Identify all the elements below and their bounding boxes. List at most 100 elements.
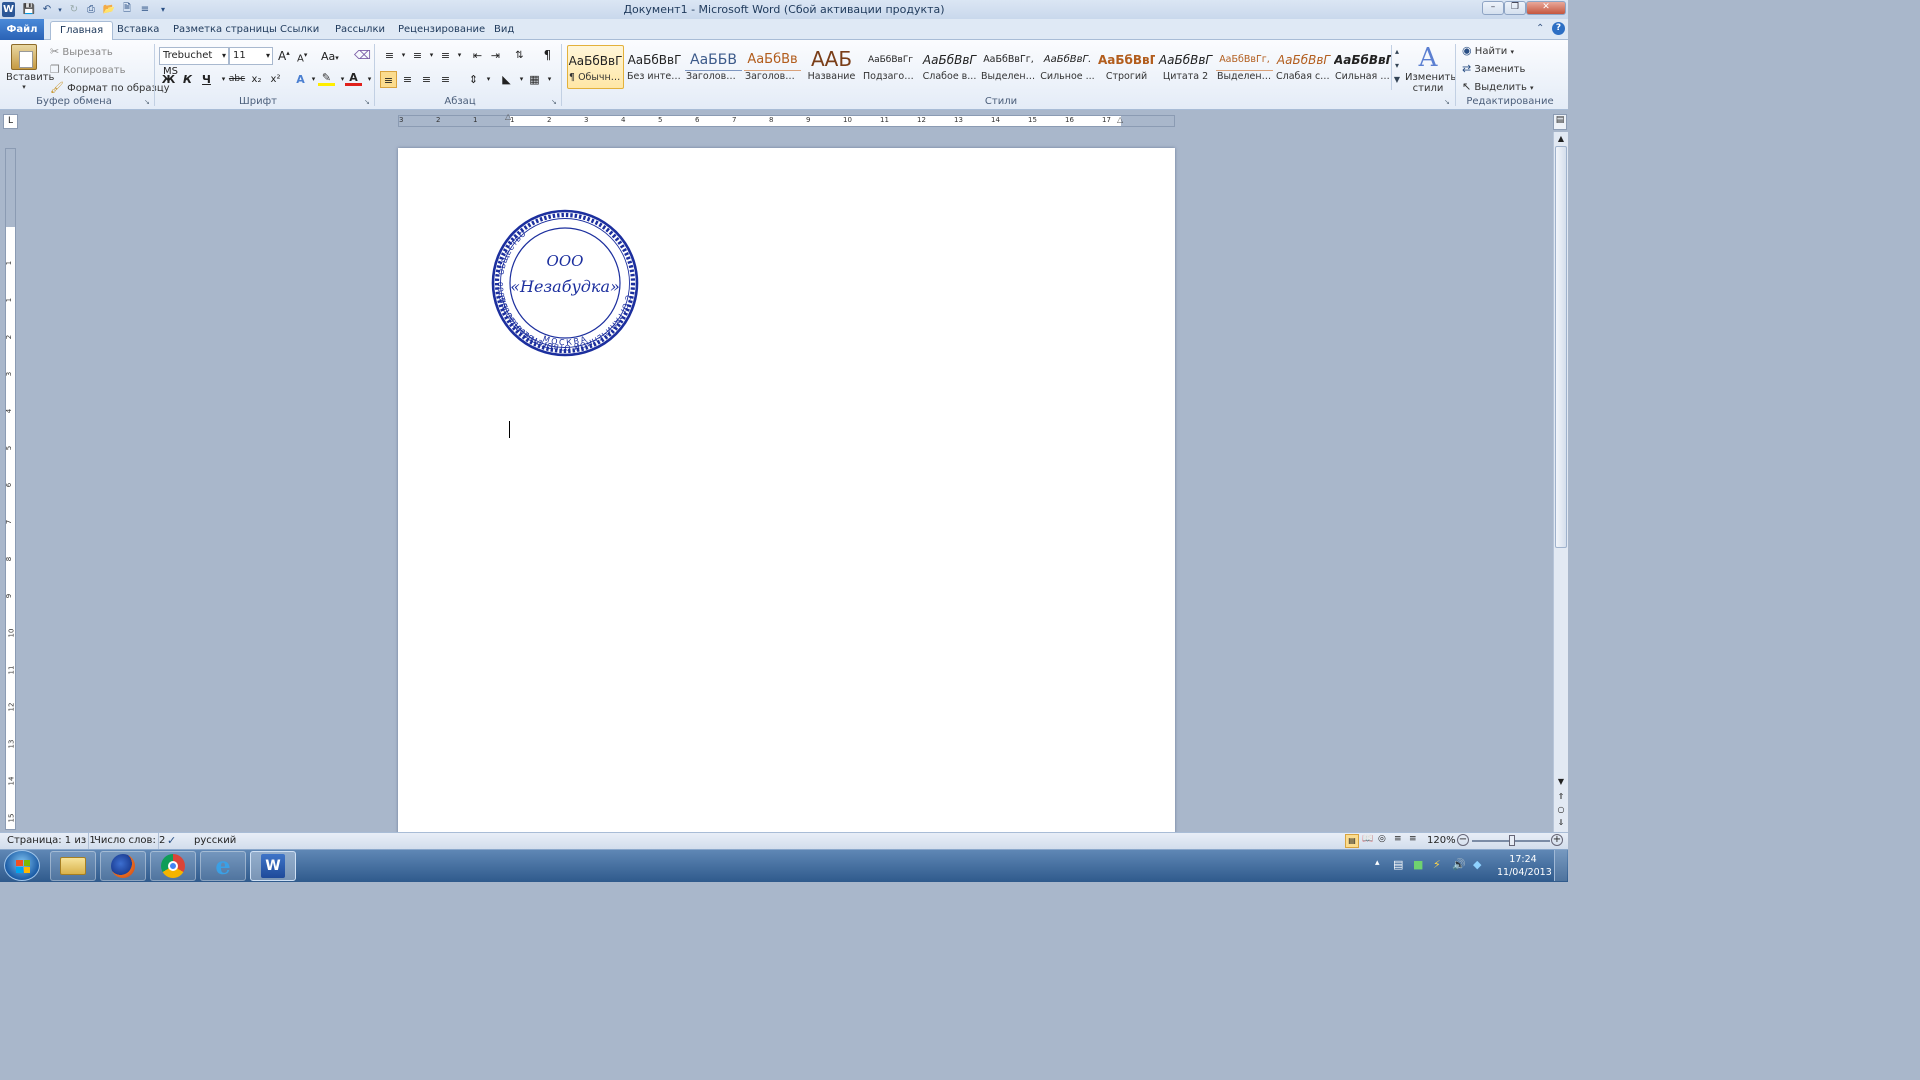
taskbar-word[interactable]: W <box>250 851 296 881</box>
paragraph-dialog-launcher-icon[interactable]: ↘ <box>551 98 557 106</box>
tab-insert[interactable]: Вставка <box>108 21 168 40</box>
start-button[interactable] <box>4 850 40 881</box>
decrease-indent-icon[interactable]: ⇤ <box>469 47 486 64</box>
font-name-combo[interactable]: Trebuchet MS ▾ <box>159 47 229 77</box>
bold-button[interactable]: Ж <box>160 71 177 88</box>
right-indent-marker-icon[interactable]: △ <box>1117 115 1123 124</box>
change-styles-button[interactable]: A Изменить стили <box>1405 44 1456 94</box>
network-icon[interactable]: ▤ <box>1393 858 1403 871</box>
view-ruler-icon[interactable]: ▤ <box>1553 114 1567 130</box>
tab-file[interactable]: Файл <box>0 19 44 40</box>
page-count[interactable]: Страница: 1 из 1 <box>7 835 96 846</box>
chevron-down-icon[interactable]: ▾ <box>480 71 497 88</box>
taskbar-chrome[interactable] <box>150 851 196 881</box>
format-painter-button[interactable]: 🖌 Формат по образцу <box>50 80 170 96</box>
draft-view-icon[interactable]: ≡ <box>1409 834 1417 844</box>
style-subtitle[interactable]: АаБбВвГг Подзагол... <box>862 45 919 89</box>
style-intense-emphasis[interactable]: АаБбВвГ. Сильное ... <box>1039 45 1096 89</box>
document-page[interactable]: С ОГРАНИЧЕННОЙ ОТВЕТСТВЕННОСТЬЮ ОБЩЕСТВО… <box>398 148 1175 838</box>
show-desktop-button[interactable] <box>1554 850 1567 881</box>
dropbox-icon[interactable]: ◆ <box>1473 858 1481 871</box>
styles-dialog-launcher-icon[interactable]: ↘ <box>1444 98 1450 106</box>
scroll-down-icon[interactable]: ▼ <box>1555 777 1567 786</box>
increase-indent-icon[interactable]: ⇥ <box>487 47 504 64</box>
more-styles-icon[interactable]: ▼ <box>1392 73 1402 87</box>
zoom-in-icon[interactable]: + <box>1551 834 1563 846</box>
chevron-down-icon[interactable]: ▾ <box>361 71 378 88</box>
replace-button[interactable]: ⇄ Заменить <box>1462 61 1525 77</box>
clock[interactable]: 17:24 11/04/2013 <box>1497 853 1552 879</box>
tab-mailings[interactable]: Рассылки <box>326 21 394 40</box>
style-emphasis[interactable]: АаБбВвГг, Выделение <box>980 45 1037 89</box>
scroll-up-icon[interactable]: ▲ <box>1555 134 1567 143</box>
taskbar-internet-explorer[interactable]: e <box>200 851 246 881</box>
style-normal[interactable]: АаБбВвГ ¶ Обычный <box>567 45 624 89</box>
cut-button[interactable]: ✂ Вырезать <box>50 44 113 60</box>
show-hidden-icons-icon[interactable]: ▴ <box>1375 858 1380 868</box>
full-screen-reading-icon[interactable]: 📖 <box>1362 834 1373 844</box>
taskbar-firefox[interactable] <box>100 851 146 881</box>
browse-object-icon[interactable]: ○ <box>1555 805 1567 814</box>
font-color-icon[interactable]: A <box>345 71 362 86</box>
tab-references[interactable]: Ссылки <box>271 21 328 40</box>
volume-icon[interactable]: 🔊 <box>1452 858 1466 871</box>
style-intense-quote[interactable]: АаБбВвГг, Выделенн... <box>1216 45 1273 89</box>
tab-selector-icon[interactable]: L <box>3 114 18 129</box>
chevron-down-icon[interactable]: ▾ <box>541 71 558 88</box>
help-icon[interactable]: ? <box>1552 22 1565 35</box>
tab-home[interactable]: Главная <box>50 21 114 40</box>
vertical-scrollbar[interactable]: ▲ ▼ ⇑ ○ ⇓ <box>1553 132 1568 832</box>
sort-icon[interactable]: ⇅ <box>511 47 528 64</box>
power-icon[interactable]: ⚡ <box>1433 858 1441 871</box>
style-no-spacing[interactable]: АаБбВвГ Без интер... <box>626 45 683 89</box>
ribbon-minimize-icon[interactable]: ⌃ <box>1536 23 1544 34</box>
zoom-slider-thumb[interactable] <box>1509 835 1515 846</box>
align-right-icon[interactable]: ≡ <box>418 71 435 88</box>
update-icon[interactable]: ■ <box>1413 858 1423 871</box>
align-left-icon[interactable]: ≡ <box>380 71 397 88</box>
tab-review[interactable]: Рецензирование <box>389 21 494 40</box>
taskbar-explorer[interactable] <box>50 851 96 881</box>
justify-icon[interactable]: ≡ <box>437 71 454 88</box>
clear-formatting-icon[interactable]: ⌫ <box>354 48 371 62</box>
underline-button[interactable]: Ч <box>198 71 215 88</box>
italic-button[interactable]: К <box>179 71 196 88</box>
tab-view[interactable]: Вид <box>485 21 523 40</box>
scroll-thumb[interactable] <box>1555 146 1567 548</box>
shrink-font-icon[interactable]: A▾ <box>297 51 307 64</box>
previous-page-icon[interactable]: ⇑ <box>1555 792 1567 801</box>
language[interactable]: русский <box>194 835 236 846</box>
strikethrough-button[interactable]: abc <box>228 71 246 88</box>
find-button[interactable]: ◉ Найти ▾ <box>1462 43 1514 59</box>
print-layout-view-icon[interactable]: ▤ <box>1345 834 1359 848</box>
next-page-icon[interactable]: ⇓ <box>1555 818 1567 827</box>
outline-view-icon[interactable]: ≡ <box>1394 834 1402 844</box>
superscript-button[interactable]: x² <box>267 71 284 88</box>
scroll-down-icon[interactable]: ▾ <box>1392 59 1402 73</box>
close-button[interactable]: ✕ <box>1526 1 1566 15</box>
style-subtle-emphasis[interactable]: АаБбВвГ Слабое в... <box>921 45 978 89</box>
font-size-combo[interactable]: 11 ▾ <box>229 47 273 65</box>
maximize-button[interactable]: ❐ <box>1504 1 1526 15</box>
indent-marker-icon[interactable]: △ <box>505 112 511 121</box>
style-title[interactable]: ААБ Название <box>803 45 860 89</box>
style-quote-2[interactable]: АаБбВвГ Цитата 2 <box>1157 45 1214 89</box>
style-heading-1[interactable]: АаББВ Заголово... <box>685 45 742 89</box>
minimize-button[interactable]: – <box>1482 1 1504 15</box>
style-subtle-reference[interactable]: АаБбВвГ Слабая сс... <box>1275 45 1332 89</box>
zoom-level[interactable]: 120% <box>1427 835 1456 846</box>
word-count[interactable]: Число слов: 2 <box>94 835 165 846</box>
highlight-icon[interactable]: ✎ <box>318 71 335 86</box>
align-center-icon[interactable]: ≡ <box>399 71 416 88</box>
zoom-out-icon[interactable]: − <box>1457 834 1469 846</box>
scroll-up-icon[interactable]: ▴ <box>1392 45 1402 59</box>
style-strong[interactable]: АаБбВвГ Строгий <box>1098 45 1155 89</box>
vertical-ruler[interactable]: 112345678910111213141516 <box>5 148 16 859</box>
proofing-icon[interactable]: ✓ <box>167 834 176 847</box>
horizontal-ruler[interactable]: 3 2 1 1 2 3 4 5 6 7 8 9 10 11 12 13 14 15 16 17 △ △ <box>398 112 1175 127</box>
subscript-button[interactable]: x₂ <box>248 71 265 88</box>
style-intense-reference[interactable]: АаБбВвГ Сильная с... <box>1334 45 1391 89</box>
select-button[interactable]: ↖ Выделить ▾ <box>1462 79 1534 95</box>
web-layout-icon[interactable]: ◎ <box>1378 834 1386 844</box>
clipboard-dialog-launcher-icon[interactable]: ↘ <box>144 98 150 106</box>
